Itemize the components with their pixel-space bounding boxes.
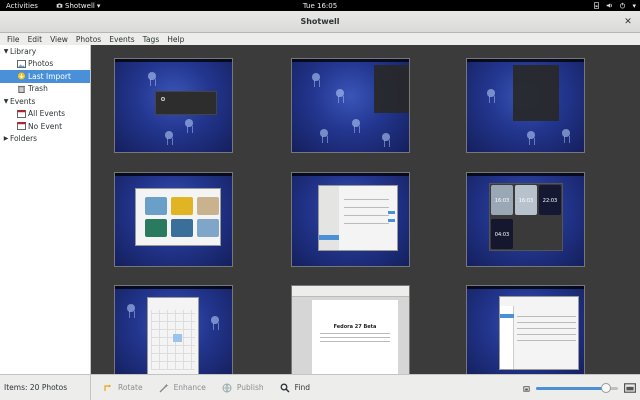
menu-tags[interactable]: Tags [139, 35, 164, 44]
menu-file[interactable]: File [3, 35, 24, 44]
zoom-control [520, 381, 638, 395]
window-titlebar[interactable]: Shotwell ✕ [0, 11, 640, 33]
app-menu-label: Shotwell [65, 1, 95, 10]
menu-help[interactable]: Help [163, 35, 188, 44]
expander-open-icon[interactable]: ▼ [2, 48, 10, 55]
photo-thumbnail[interactable] [114, 58, 233, 153]
sidebar-item-label: Photos [28, 59, 54, 69]
bottom-toolbar: Rotate Enhance Publish Find [91, 374, 640, 400]
gnome-top-bar: Activities Shotwell ▾ Tue 16:05 ▾ [0, 0, 640, 11]
search-icon [280, 383, 290, 393]
menu-photos[interactable]: Photos [72, 35, 105, 44]
sidebar-item-no-event[interactable]: No Event [0, 120, 90, 133]
zoom-slider-fill [536, 386, 606, 390]
expander-open-icon[interactable]: ▼ [2, 98, 10, 105]
menu-edit[interactable]: Edit [24, 35, 47, 44]
photo-thumbnail[interactable] [291, 58, 410, 153]
sidebar-item-folders[interactable]: ▶ Folders [0, 133, 90, 146]
world-clock-time: 16:03 [518, 198, 534, 204]
sidebar-item-photos[interactable]: Photos [0, 58, 90, 71]
status-item-count: Items: 20 Photos [0, 374, 91, 400]
sidebar-item-last-import[interactable]: Last Import [0, 70, 90, 83]
import-icon [17, 72, 26, 80]
close-icon[interactable]: ✕ [622, 16, 634, 28]
trash-icon [17, 85, 26, 93]
photo-grid[interactable]: 16:03 16:03 22:03 04:03 Fedora 27 Beta [91, 45, 640, 374]
photo-small-icon[interactable] [522, 384, 531, 393]
find-button[interactable]: Find [276, 383, 314, 393]
share-icon [222, 383, 232, 393]
activities-button[interactable]: Activities [0, 2, 48, 10]
clock[interactable]: Tue 16:05 [303, 2, 337, 10]
rotate-icon [104, 384, 111, 391]
publish-label: Publish [236, 383, 264, 392]
enhance-label: Enhance [173, 383, 206, 392]
camera-icon [56, 3, 63, 8]
photos-icon [17, 59, 26, 68]
network-icon [594, 2, 600, 9]
menu-events[interactable]: Events [105, 35, 138, 44]
publish-button[interactable]: Publish [218, 383, 268, 393]
zoom-slider[interactable] [536, 382, 618, 393]
photo-thumbnail[interactable] [291, 172, 410, 267]
photo-thumbnail[interactable] [466, 58, 585, 153]
calendar-icon [17, 109, 26, 118]
sidebar-item-events[interactable]: ▼ Events [0, 95, 90, 108]
photo-thumbnail[interactable]: Fedora 27 Beta [291, 285, 410, 374]
window-title: Shotwell [300, 17, 340, 26]
system-tray[interactable]: ▾ [593, 2, 636, 10]
photo-thumbnail[interactable]: 16:03 16:03 22:03 04:03 [466, 172, 585, 267]
sidebar-item-label: Library [10, 46, 37, 56]
sidebar-item-all-events[interactable]: All Events [0, 108, 90, 121]
find-label: Find [294, 383, 311, 392]
photo-thumbnail[interactable] [114, 285, 233, 374]
sidebar-item-label: Last Import [28, 71, 71, 81]
world-clock-time: 16:03 [494, 198, 510, 204]
expander-closed-icon[interactable]: ▶ [2, 135, 10, 142]
sidebar-item-trash[interactable]: Trash [0, 83, 90, 96]
app-menu[interactable]: Shotwell ▾ [56, 2, 100, 10]
sidebar-item-label: All Events [28, 109, 66, 119]
chevron-down-icon: ▾ [96, 1, 101, 10]
enhance-button[interactable]: Enhance [155, 383, 210, 393]
sidebar-item-label: Trash [28, 84, 48, 94]
sidebar-item-label: No Event [28, 121, 63, 131]
sidebar-item-library[interactable]: ▼ Library [0, 45, 90, 58]
sidebar-item-label: Events [10, 96, 36, 106]
sidebar-item-label: Folders [10, 134, 38, 144]
menu-bar: File Edit View Photos Events Tags Help [0, 33, 640, 45]
photo-thumbnail[interactable] [114, 172, 233, 267]
rotate-button[interactable]: Rotate [99, 383, 147, 393]
menu-view[interactable]: View [46, 35, 72, 44]
no-event-icon [17, 122, 26, 131]
power-icon [620, 2, 626, 9]
photo-large-icon[interactable] [624, 382, 636, 394]
volume-icon [607, 3, 613, 8]
sidebar: ▼ Library Photos Last Import Trash ▼ Eve… [0, 45, 91, 374]
photo-thumbnail[interactable] [466, 285, 585, 374]
chevron-down-icon: ▾ [632, 1, 636, 10]
rotate-label: Rotate [118, 383, 143, 392]
document-heading: Fedora 27 Beta [333, 324, 377, 330]
world-clock-time: 04:03 [494, 232, 510, 238]
zoom-slider-handle[interactable] [600, 382, 611, 393]
wand-icon [159, 383, 169, 392]
world-clock-time: 22:03 [542, 198, 558, 204]
